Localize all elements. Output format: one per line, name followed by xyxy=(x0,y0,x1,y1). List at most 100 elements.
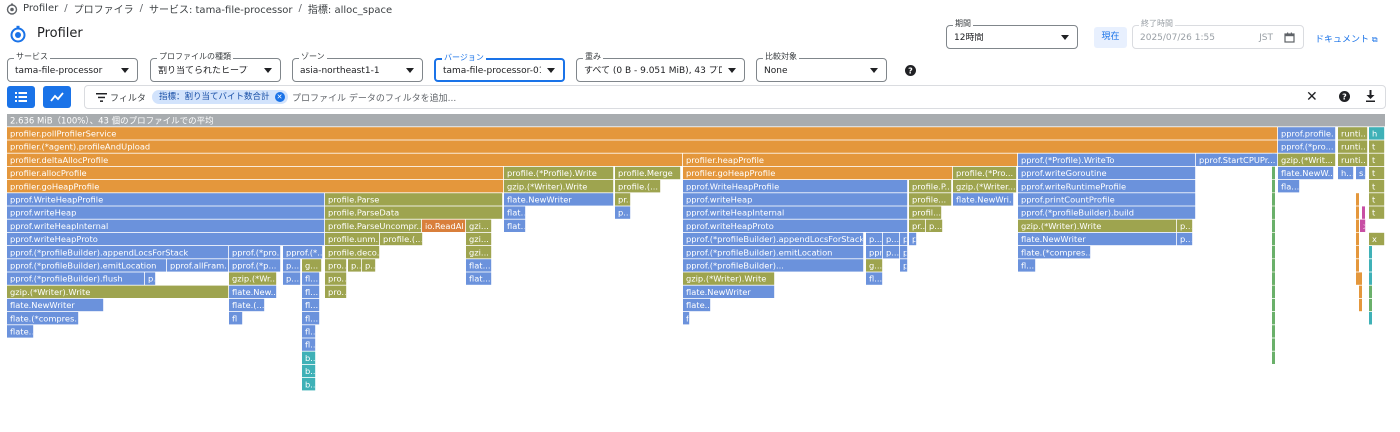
flame-frame[interactable]: fl... xyxy=(1018,259,1036,272)
flame-frame[interactable]: flate.NewWriter xyxy=(683,285,775,298)
flame-frame[interactable]: p... xyxy=(362,259,378,272)
flame-frame[interactable]: p... xyxy=(283,259,301,272)
flame-frame[interactable]: fl... xyxy=(866,272,883,285)
flame-frame[interactable]: gzip.(*Wr... xyxy=(229,272,278,285)
flame-frame[interactable]: g... xyxy=(866,259,883,272)
calendar-icon[interactable] xyxy=(1284,32,1295,43)
weight-select[interactable]: 重み すべて (0 B - 9.051 MiB), 43 プロフ... xyxy=(576,52,745,82)
flame-frame[interactable]: pprof.(*profileBuilder).flush xyxy=(7,272,145,285)
flame-frame[interactable]: flat... xyxy=(504,219,528,232)
flame-frame[interactable]: flate.NewW... xyxy=(1278,166,1336,180)
flame-frame[interactable]: profil... xyxy=(909,206,942,219)
flame-frame[interactable]: p... xyxy=(883,246,900,259)
flame-frame[interactable]: pprof.(*pro... xyxy=(1278,140,1336,153)
flame-frame[interactable]: fl... xyxy=(302,298,320,312)
flame-frame[interactable]: fl... xyxy=(302,312,320,325)
flame-frame[interactable]: flate.NewWri... xyxy=(953,193,1017,206)
flame-frame[interactable]: profiler.goHeapProfile xyxy=(7,180,504,193)
flame-frame[interactable]: pprof.(*Profile).WriteTo xyxy=(1018,153,1196,166)
flame-frame[interactable]: p... xyxy=(866,232,883,246)
flame-frame[interactable]: pprof.profile... xyxy=(1278,127,1339,140)
flame-frame[interactable]: profiler.allocProfile xyxy=(7,166,504,180)
flame-frame[interactable]: pprof.(*profileBuilder).appendLocsForSta… xyxy=(7,246,229,259)
flame-frame[interactable]: t xyxy=(1369,166,1385,180)
flame-frame[interactable]: p... xyxy=(1177,219,1193,232)
chart-view-button[interactable] xyxy=(43,86,71,108)
flame-frame[interactable]: t xyxy=(1369,206,1385,219)
flame-frame[interactable]: flat... xyxy=(466,272,492,285)
flame-frame[interactable]: flate.NewWriter xyxy=(504,193,614,206)
flame-frame[interactable]: pprof.(*pro... xyxy=(229,246,285,259)
flame-frame[interactable]: gzip.(*Writer).Write xyxy=(683,272,775,285)
flame-frame[interactable]: p... xyxy=(283,272,301,285)
flame-frame[interactable]: t xyxy=(1369,153,1385,166)
flame-frame[interactable]: io.ReadAll xyxy=(422,219,466,232)
flame-frame[interactable]: pprof.(*profileBuilder).emitLocation xyxy=(7,259,167,272)
flame-frame[interactable]: pprof.writeRuntimeProfile xyxy=(1018,180,1196,193)
breadcrumb-item-service[interactable]: サービス: tama-file-processor xyxy=(149,1,293,16)
flame-frame[interactable]: pprof.WriteHeapProfile xyxy=(683,180,908,193)
flame-frame[interactable]: runti... xyxy=(1338,127,1368,140)
flame-frame[interactable]: pprof.(*profileBuilder).appendLocsForSta… xyxy=(683,232,864,246)
flame-frame[interactable]: f... xyxy=(683,312,696,325)
flame-frame[interactable]: flate... xyxy=(7,325,37,338)
zone-select[interactable]: ゾーン asia-northeast1-1 xyxy=(292,52,423,82)
flame-frame[interactable]: profile.ParseUncompr... xyxy=(325,219,424,232)
flame-frame[interactable]: pprof.(*profileBuilder)... xyxy=(683,259,864,272)
flame-frame[interactable]: runti... xyxy=(1338,140,1368,153)
documentation-link[interactable]: ドキュメント ⧉ xyxy=(1315,32,1378,45)
flame-frame[interactable]: s... xyxy=(1356,166,1371,180)
flame-frame[interactable]: h... xyxy=(1338,166,1354,180)
download-icon[interactable] xyxy=(1365,90,1376,102)
flame-frame[interactable]: profiler.goHeapProfile xyxy=(683,166,953,180)
list-view-button[interactable] xyxy=(7,86,35,108)
flame-frame[interactable]: gzip.(*Writer).Write xyxy=(1018,219,1177,232)
flame-frame[interactable]: pprof.writeHeapInternal xyxy=(683,206,908,219)
flame-frame[interactable]: p... xyxy=(926,219,943,232)
flame-frame[interactable]: flate.(*compres... xyxy=(7,312,82,325)
flame-frame[interactable]: t xyxy=(1369,193,1385,206)
service-select[interactable]: サービス tama-file-processor xyxy=(7,52,138,82)
flame-frame[interactable]: pr... xyxy=(909,219,928,232)
flame-frame[interactable]: pr... xyxy=(615,193,634,206)
flame-frame[interactable]: p... xyxy=(1177,232,1193,246)
flame-frame[interactable]: flate.(*compres... xyxy=(1018,246,1093,259)
flame-frame[interactable]: profile.ParseData xyxy=(325,206,503,219)
flame-frame[interactable]: flate.New... xyxy=(229,285,279,298)
flame-frame[interactable]: flate.NewWriter xyxy=(1018,232,1177,246)
flame-frame[interactable]: pprof.writeHeapInternal xyxy=(7,219,325,232)
flame-frame[interactable]: t xyxy=(1369,140,1385,153)
flame-frame[interactable]: pprof.printCountProfile xyxy=(1018,193,1196,206)
flame-frame[interactable]: pprof.writeHeap xyxy=(7,206,325,219)
flame-frame[interactable]: gzi... xyxy=(466,232,492,246)
flame-frame[interactable]: pprof.(*profileBuilder).emitLocation xyxy=(683,246,864,259)
flame-frame[interactable]: profile.(... xyxy=(615,180,661,193)
flame-frame[interactable]: flate.(... xyxy=(229,298,265,312)
flame-frame[interactable]: p... xyxy=(900,259,916,272)
flame-frame[interactable]: x xyxy=(1369,232,1385,246)
flame-frame[interactable]: p... xyxy=(145,272,161,285)
flame-frame[interactable]: gzi... xyxy=(466,219,492,232)
flame-root-frame[interactable]: 2.636 MiB（100%）、43 個のプロファイルでの平均 xyxy=(7,114,1385,127)
flame-frame[interactable]: h xyxy=(1369,127,1385,140)
breadcrumb-item-profiler[interactable]: Profiler xyxy=(23,3,58,14)
help-icon[interactable]: ? xyxy=(1339,91,1350,102)
flame-frame[interactable]: flat... xyxy=(504,206,528,219)
flame-frame[interactable]: x xyxy=(1360,219,1368,232)
flame-frame[interactable]: profiler.pollProfilerService xyxy=(7,127,1278,140)
flame-frame[interactable]: p... xyxy=(883,232,900,246)
flame-frame[interactable]: pro... xyxy=(325,285,349,298)
flame-frame[interactable]: gzip.(*Writer).Write xyxy=(7,285,229,298)
flame-frame[interactable]: gzi... xyxy=(466,246,492,259)
breadcrumb-item-metric[interactable]: 指標: alloc_space xyxy=(308,1,392,16)
flame-frame[interactable]: pprof.StartCPUPr... xyxy=(1196,153,1278,166)
period-select[interactable]: 期間 12時間 xyxy=(946,19,1078,49)
flame-frame[interactable]: pro... xyxy=(325,259,349,272)
flame-frame[interactable]: b... xyxy=(302,364,318,378)
flame-frame[interactable]: p... xyxy=(909,232,925,246)
end-time-field[interactable]: 終了時間 2025/07/26 1:55 JST xyxy=(1132,19,1304,49)
flame-frame[interactable]: fl... xyxy=(302,272,320,285)
flame-frame[interactable]: pprof.writeGoroutine xyxy=(1018,166,1196,180)
flame-frame[interactable]: p... xyxy=(615,206,631,219)
flame-frame[interactable]: profile... xyxy=(909,193,952,206)
